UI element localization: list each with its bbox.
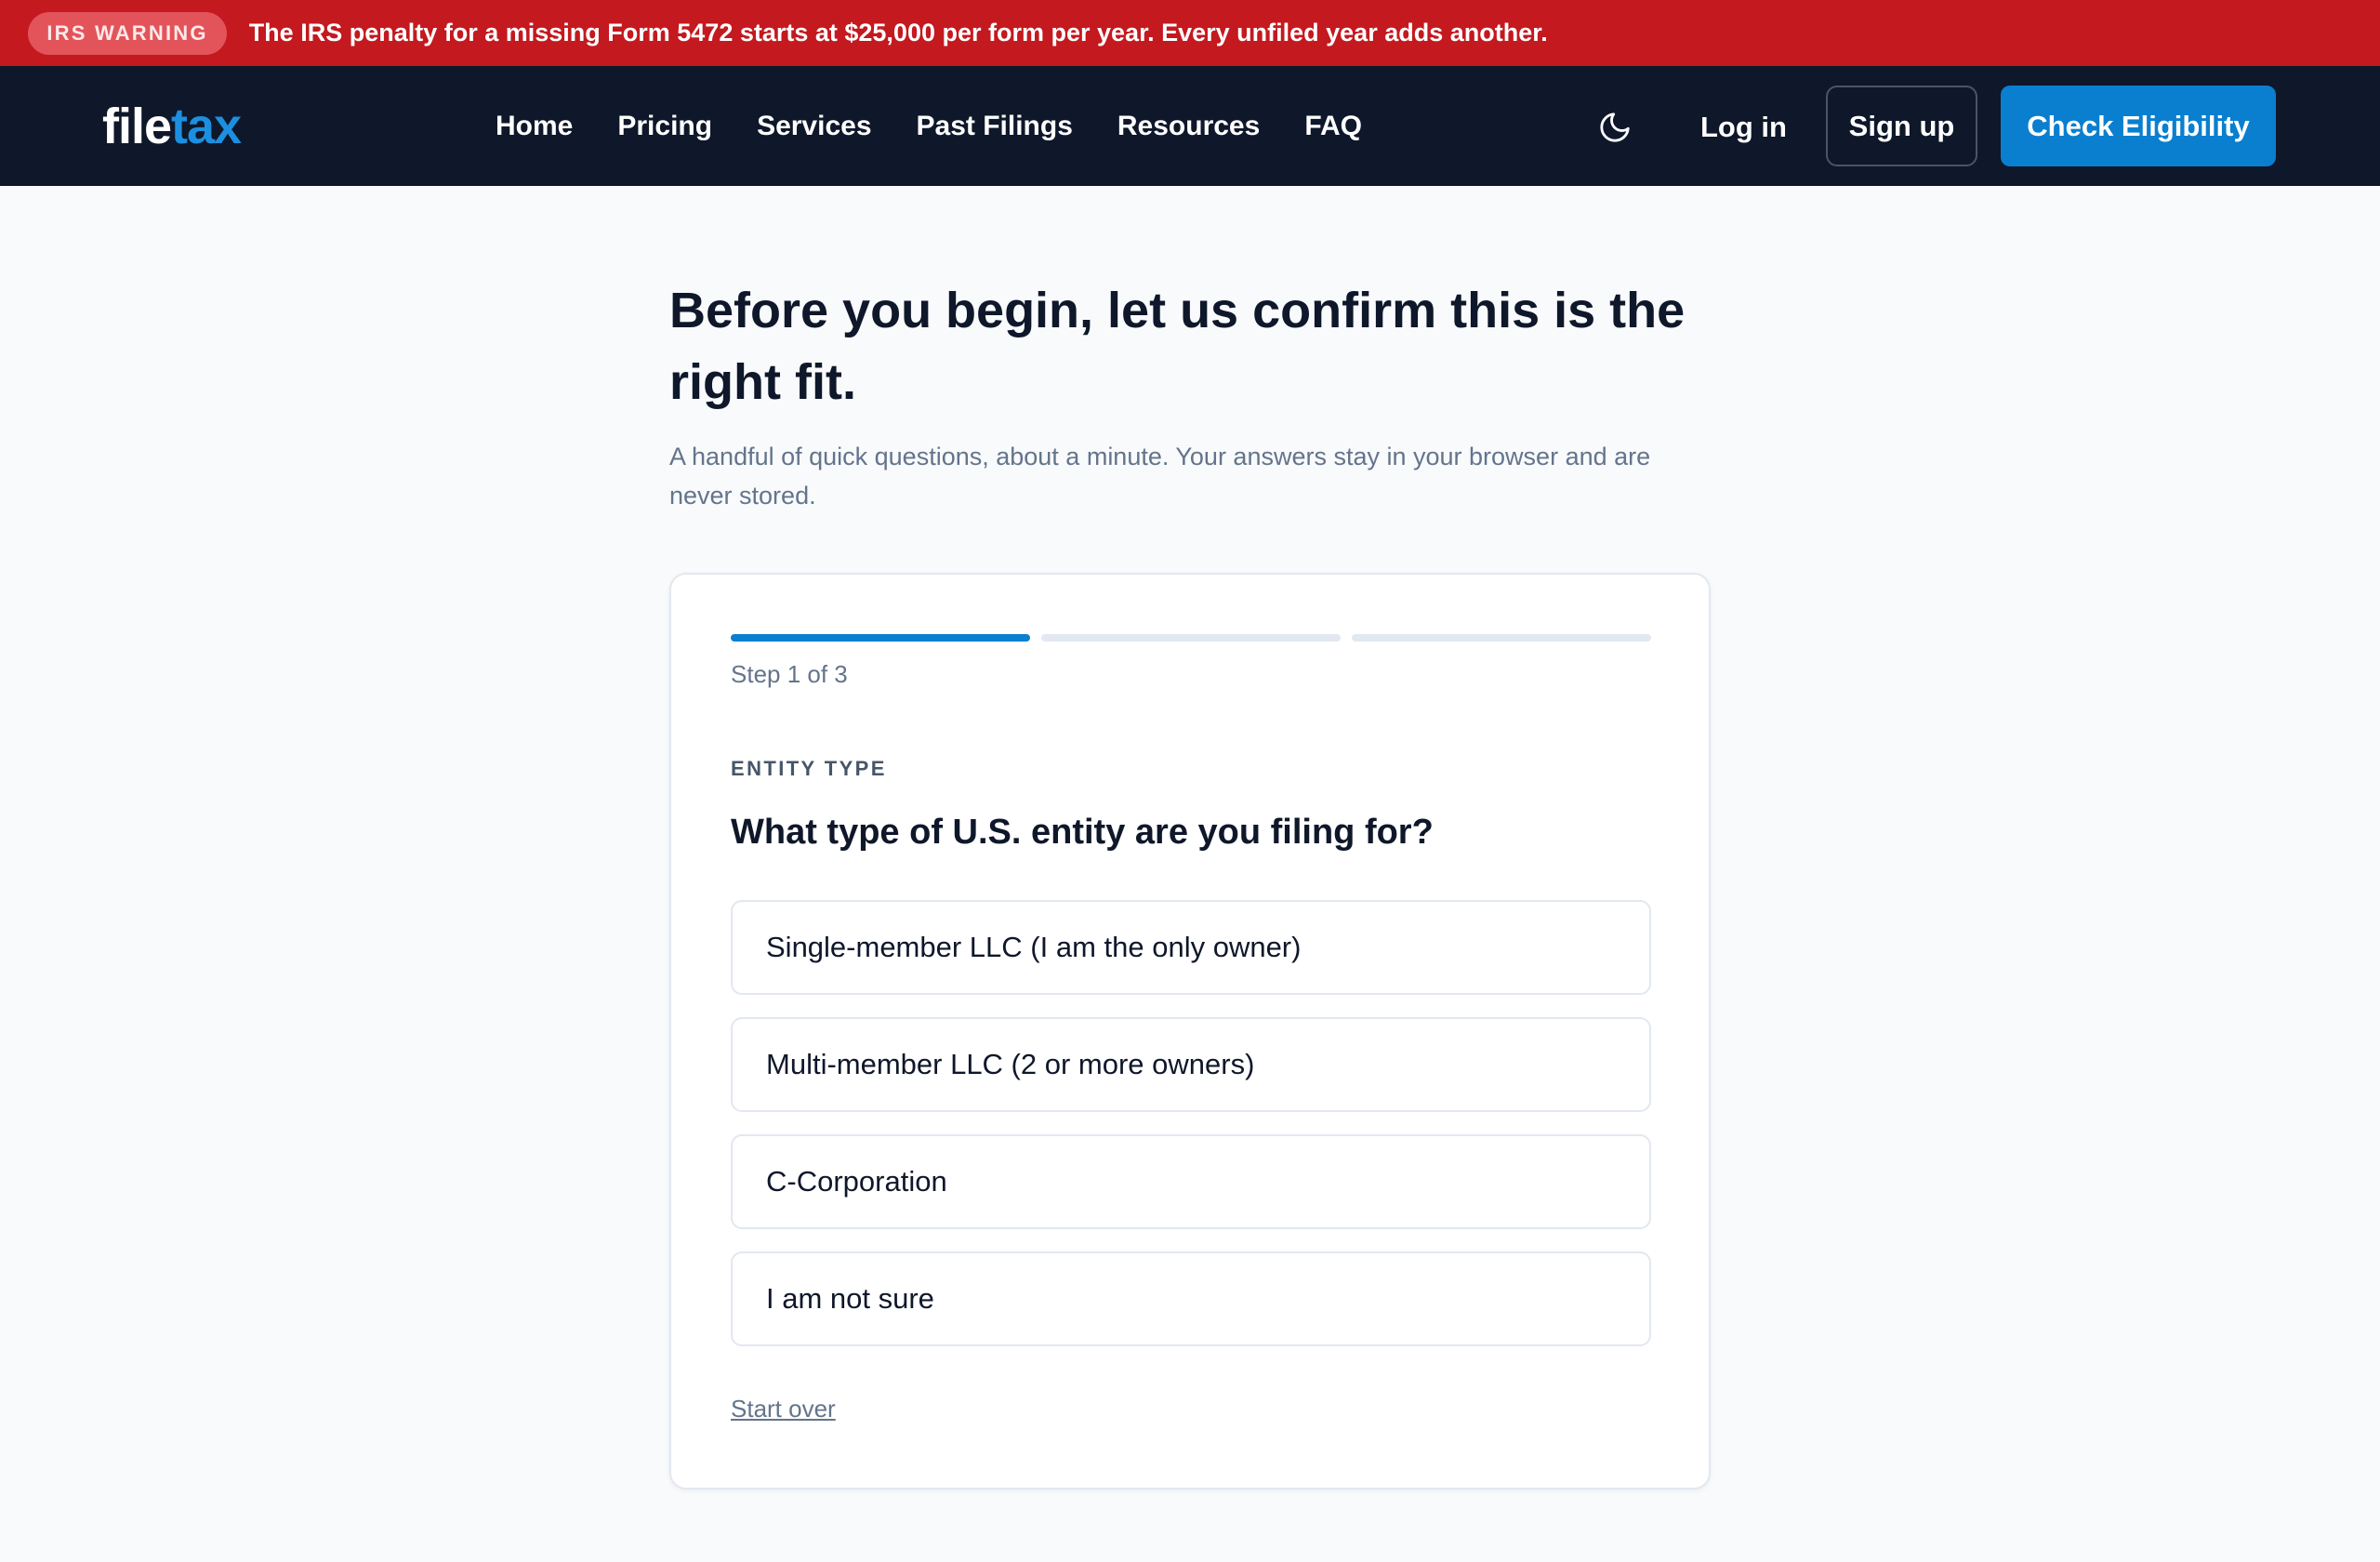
option-not-sure[interactable]: I am not sure (731, 1251, 1651, 1346)
answer-options: Single-member LLC (I am the only owner) … (731, 900, 1651, 1369)
logo-file: file (102, 99, 172, 154)
progress-segment-2 (1041, 634, 1341, 642)
signup-button[interactable]: Sign up (1826, 86, 1977, 166)
option-multi-member-llc[interactable]: Multi-member LLC (2 or more owners) (731, 1017, 1651, 1112)
ticker-track: IRS WARNING The IRS penalty for a missin… (0, 0, 1580, 66)
question-eyebrow: ENTITY TYPE (731, 757, 887, 780)
question-title: What type of U.S. entity are you filing … (731, 813, 1434, 852)
nav-link-faq[interactable]: FAQ (1304, 111, 1362, 142)
nav-link-services[interactable]: Services (757, 111, 871, 142)
page-title: Before you begin, let us confirm this is… (669, 283, 1686, 410)
nav-links: Home Pricing Services Past Filings Resou… (496, 66, 1362, 186)
nav-link-resources[interactable]: Resources (1117, 111, 1260, 142)
top-nav: filetax Home Pricing Services Past Filin… (0, 66, 2380, 186)
step-progress-bar (731, 634, 1651, 642)
warning-ticker: IRS WARNING The IRS penalty for a missin… (0, 0, 2380, 66)
ticker-item: IRS WARNING The IRS penalty for a missin… (28, 0, 1548, 66)
progress-segment-1 (731, 634, 1030, 642)
option-c-corporation[interactable]: C-Corporation (731, 1134, 1651, 1229)
nav-link-home[interactable]: Home (496, 111, 573, 142)
moon-icon[interactable] (1597, 110, 1633, 145)
nav-link-past-filings[interactable]: Past Filings (917, 111, 1073, 142)
check-eligibility-button[interactable]: Check Eligibility (2001, 86, 2276, 166)
ticker-badge: IRS WARNING (28, 11, 227, 55)
option-single-member-llc[interactable]: Single-member LLC (I am the only owner) (731, 900, 1651, 995)
login-link[interactable]: Log in (1700, 107, 1787, 148)
nav-link-pricing[interactable]: Pricing (617, 111, 712, 142)
progress-segment-3 (1352, 634, 1651, 642)
start-over-link[interactable]: Start over (731, 1395, 836, 1423)
page-subtitle: A handful of quick questions, about a mi… (669, 443, 1651, 510)
logo[interactable]: filetax (102, 98, 242, 155)
logo-tax: tax (171, 99, 242, 154)
ticker-message: The IRS penalty for a missing Form 5472 … (248, 19, 1548, 46)
step-label: Step 1 of 3 (731, 660, 848, 688)
eligibility-card: Step 1 of 3 ENTITY TYPE What type of U.S… (669, 573, 1711, 1489)
